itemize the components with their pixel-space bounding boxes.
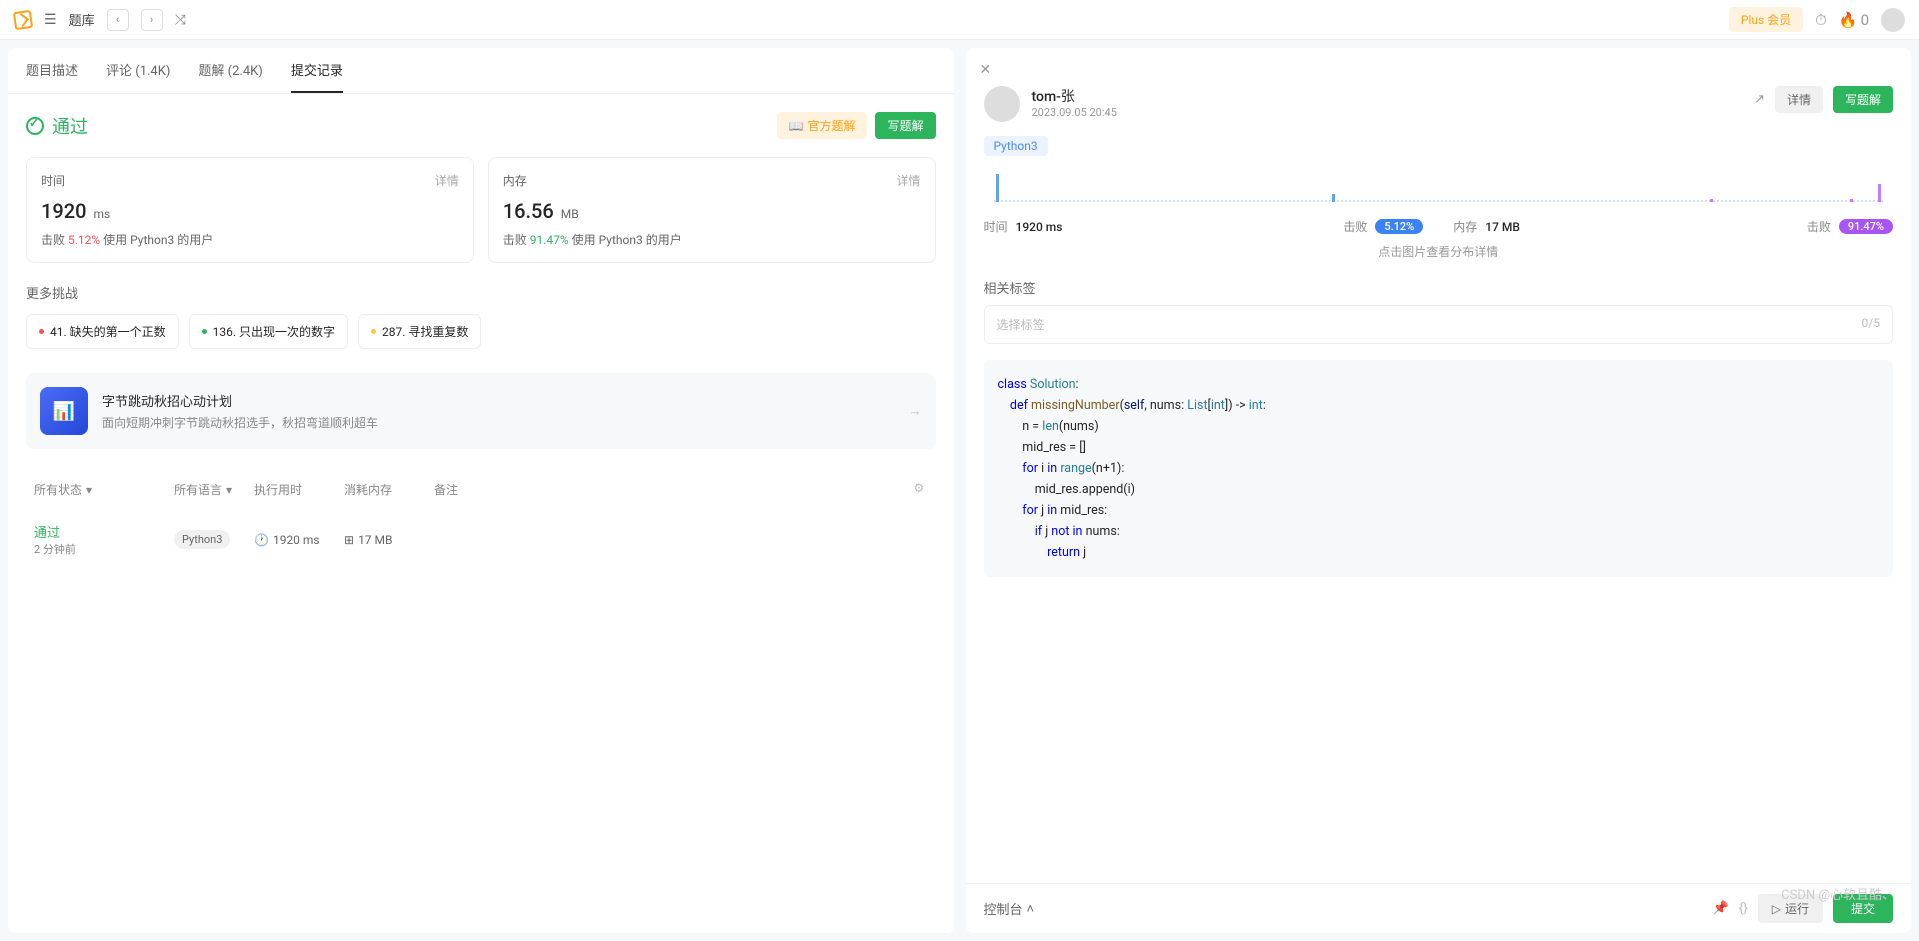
tab-solutions[interactable]: 题解 (2.4K)	[198, 48, 262, 93]
difficulty-dot-icon	[202, 329, 207, 334]
code-block[interactable]: class Solution: def missingNumber(self, …	[984, 360, 1894, 577]
tags-label: 相关标签	[984, 278, 1894, 297]
challenge-chip[interactable]: 287. 寻找重复数	[358, 314, 481, 349]
topbar: ☰ 题库 ‹ › ⤨ Plus 会员 ⏱ 🔥0	[0, 0, 1919, 40]
time-detail-link[interactable]: 详情	[435, 172, 459, 189]
chevron-down-icon: ▾	[86, 483, 92, 497]
user-name: tom-张	[1032, 86, 1117, 106]
plus-button[interactable]: Plus 会员	[1729, 7, 1803, 32]
official-solution-button[interactable]: 📖 官方题解	[777, 112, 868, 139]
bracket-icon[interactable]: {}	[1739, 901, 1748, 916]
challenge-chip[interactable]: 136. 只出现一次的数字	[189, 314, 348, 349]
promo-card[interactable]: 📊 字节跳动秋招心动计划 面向短期冲刺字节跳动秋招选手，秋招弯道顺利超车 →	[26, 373, 936, 449]
chevron-up-icon: ˄	[1027, 901, 1035, 917]
submission-date: 2023.09.05 20:45	[1032, 106, 1117, 119]
write-solution-button[interactable]: 写题解	[1833, 86, 1893, 113]
header-lang[interactable]: 所有语言 ▾	[166, 477, 246, 502]
close-icon[interactable]: ✕	[980, 62, 992, 78]
difficulty-dot-icon	[39, 329, 44, 334]
timer-icon[interactable]: ⏱	[1815, 11, 1827, 29]
more-title: 更多挑战	[26, 283, 936, 302]
share-icon[interactable]: ↗	[1754, 92, 1765, 107]
user-avatar[interactable]	[984, 86, 1020, 122]
chip-icon: ⊞	[344, 533, 354, 547]
console-toggle[interactable]: 控制台 ˄	[984, 899, 1035, 918]
submission-row[interactable]: 通过 2 分钟前 Python3 🕐1920 ms ⊞17 MB	[26, 510, 936, 569]
check-icon	[26, 117, 44, 135]
list-icon[interactable]: ☰	[44, 12, 57, 28]
run-button[interactable]: ▷ 运行	[1758, 894, 1823, 923]
header-status[interactable]: 所有状态 ▾	[26, 477, 166, 502]
dist-hint: 点击图片查看分布详情	[984, 243, 1894, 260]
right-panel: ✕ tom-张 2023.09.05 20:45 ↗ 详情 写题解 Python…	[966, 48, 1912, 933]
left-panel: 题目描述 评论 (1.4K) 题解 (2.4K) 提交记录 通过 📖 官方题解 …	[8, 48, 954, 933]
shuffle-icon[interactable]: ⤨	[175, 12, 186, 28]
tabs: 题目描述 评论 (1.4K) 题解 (2.4K) 提交记录	[8, 48, 954, 94]
logo-icon[interactable]	[13, 9, 33, 29]
write-solution-button[interactable]: 写题解	[875, 112, 935, 139]
submit-button[interactable]: 提交	[1833, 894, 1893, 923]
clock-icon: 🕐	[254, 533, 269, 547]
next-button[interactable]: ›	[141, 9, 163, 31]
header-runtime: 执行用时	[246, 477, 336, 502]
distribution-chart[interactable]	[984, 172, 1894, 208]
settings-icon[interactable]: ⚙	[906, 477, 936, 502]
time-beat-badge: 5.12%	[1375, 219, 1423, 234]
tab-comments[interactable]: 评论 (1.4K)	[106, 48, 170, 93]
tab-submissions[interactable]: 提交记录	[291, 48, 343, 93]
chevron-down-icon: ▾	[226, 483, 232, 497]
language-tag: Python3	[984, 136, 1048, 156]
fire-icon[interactable]: 🔥0	[1839, 11, 1869, 29]
status-pass: 通过	[26, 113, 88, 139]
avatar[interactable]	[1881, 8, 1905, 32]
mem-detail-link[interactable]: 详情	[896, 172, 920, 189]
lang-tag: Python3	[174, 530, 230, 549]
mem-beat-badge: 91.47%	[1839, 219, 1893, 234]
challenge-chip[interactable]: 41. 缺失的第一个正数	[26, 314, 179, 349]
breadcrumb[interactable]: 题库	[69, 10, 95, 29]
tab-description[interactable]: 题目描述	[26, 48, 78, 93]
pin-icon[interactable]: 📌	[1713, 901, 1729, 916]
tag-select[interactable]: 选择标签 0/5	[984, 305, 1894, 344]
difficulty-dot-icon	[371, 329, 376, 334]
time-stat-card: 时间详情 1920 ms 击败 5.12% 使用 Python3 的用户	[26, 157, 474, 263]
header-notes: 备注	[426, 477, 906, 502]
right-footer: 控制台 ˄ 📌 {} ▷ 运行 提交	[966, 883, 1912, 933]
chevron-right-icon: →	[909, 403, 922, 419]
memory-stat-card: 内存详情 16.56 MB 击败 91.47% 使用 Python3 的用户	[488, 157, 936, 263]
header-memory: 消耗内存	[336, 477, 426, 502]
detail-button[interactable]: 详情	[1775, 86, 1823, 113]
promo-icon: 📊	[40, 387, 88, 435]
prev-button[interactable]: ‹	[107, 9, 129, 31]
